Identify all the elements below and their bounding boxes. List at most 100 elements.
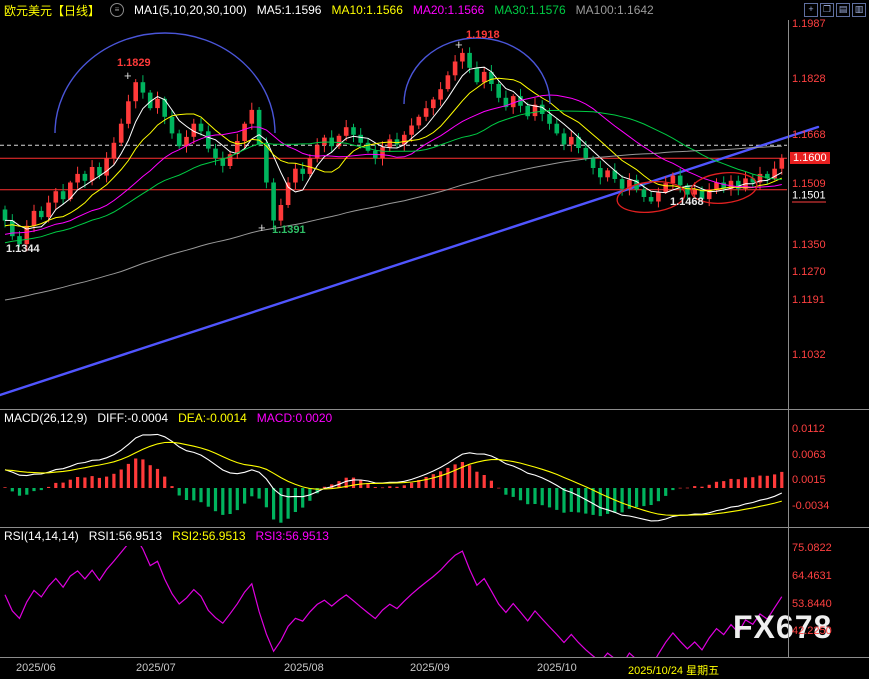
price-axis-label: 1.1509	[792, 178, 826, 190]
candle	[467, 53, 472, 68]
indicator-settings-icon[interactable]: ≡	[110, 3, 124, 17]
candle	[395, 139, 400, 144]
candle	[671, 176, 676, 184]
candle	[83, 174, 88, 181]
rsi-axis-label: 64.4631	[792, 570, 832, 582]
candle	[663, 183, 668, 192]
grid-layout-icon[interactable]: ▤	[836, 3, 850, 17]
date-axis-label: 2025/06	[16, 662, 56, 674]
candle	[453, 62, 458, 76]
price-axis-label: 1.1191	[792, 294, 825, 306]
zoom-in-icon[interactable]: +	[804, 3, 818, 17]
rsi-axis-label: 53.8440	[792, 598, 832, 610]
macd-axis-label: 0.0063	[792, 449, 826, 461]
candle	[177, 133, 182, 146]
price-annotation: 1.1918	[466, 29, 500, 41]
candle	[10, 221, 15, 237]
candle	[431, 100, 436, 109]
candle	[54, 191, 59, 202]
candle	[39, 211, 44, 217]
candle	[3, 210, 8, 221]
candle	[598, 168, 603, 177]
candle	[569, 137, 574, 145]
candle	[460, 53, 465, 62]
price-annotation: 1.1468	[670, 196, 704, 208]
rsi2-value: RSI2:56.9513	[172, 529, 245, 543]
fx-chart-app: 欧元美元【日线】 ≡ MA1(5,10,20,30,100) MA5:1.159…	[0, 0, 869, 679]
price-axis-label: 1.1668	[792, 129, 826, 141]
anchor-cross-icon: +	[124, 71, 132, 81]
candle	[584, 148, 589, 158]
candle	[170, 117, 175, 134]
chart-header: 欧元美元【日线】 ≡ MA1(5,10,20,30,100) MA5:1.159…	[0, 0, 869, 20]
candle	[540, 105, 545, 114]
candle	[482, 72, 487, 82]
rsi1-value: RSI1:56.9513	[89, 529, 162, 543]
candle	[61, 191, 66, 199]
candle	[293, 169, 298, 183]
price-annotation: 1.1391	[272, 224, 306, 236]
candle	[780, 158, 785, 168]
date-axis-label: 2025/10	[537, 662, 577, 674]
price-axis-label: 1.1350	[792, 239, 826, 251]
restore-window-icon[interactable]: ❐	[820, 3, 834, 17]
candle	[642, 189, 647, 197]
macd-axis-label: 0.0015	[792, 474, 826, 486]
macd-axis-label: -0.0034	[792, 500, 829, 512]
candle	[155, 99, 160, 108]
candle	[300, 169, 305, 174]
rsi-params-label: RSI(14,14,14)	[4, 529, 79, 543]
rsi-axis-label: 42.2250	[792, 625, 832, 637]
panel-divider	[0, 409, 869, 410]
candle	[322, 138, 327, 146]
macd-chart[interactable]	[0, 427, 788, 526]
candle	[206, 131, 211, 148]
date-axis-label: 2025/10/24 星期五	[628, 662, 719, 678]
price-axis-divider	[788, 20, 789, 657]
ma-params-label: MA1(5,10,20,30,100)	[134, 3, 247, 17]
macd-axis-label: 0.0112	[792, 423, 825, 435]
candle	[417, 117, 422, 126]
price-axis-label: 1.1270	[792, 266, 826, 278]
candle	[358, 135, 363, 143]
time-axis-divider	[0, 657, 869, 658]
candle	[649, 197, 654, 202]
candle	[242, 124, 247, 141]
candle	[250, 110, 255, 124]
candle	[264, 145, 269, 183]
candle	[562, 133, 567, 144]
candle	[279, 205, 284, 221]
candle	[511, 96, 516, 107]
panel-divider	[0, 527, 869, 528]
anchor-cross-icon: +	[258, 223, 266, 233]
price-axis-label: 1.1032	[792, 349, 826, 361]
macd-header: MACD(26,12,9) DIFF:-0.0004 DEA:-0.0014 M…	[4, 411, 332, 425]
ma100-value: MA100:1.1642	[576, 3, 654, 17]
last-price-label: 1.1600	[790, 152, 830, 164]
panel-layout-icon[interactable]: ▥	[852, 3, 866, 17]
candle	[496, 84, 501, 98]
macd-params-label: MACD(26,12,9)	[4, 411, 87, 425]
candle	[446, 75, 451, 89]
symbol-period-title[interactable]: 欧元美元【日线】	[4, 2, 100, 19]
candle	[90, 167, 95, 181]
ma10-value: MA10:1.1566	[331, 3, 402, 17]
candle	[271, 183, 276, 221]
macd-hist-value: MACD:0.0020	[257, 411, 332, 425]
candle	[141, 82, 146, 92]
rsi-chart[interactable]	[0, 546, 788, 657]
rsi-axis-label: 75.0822	[792, 542, 832, 554]
price-annotation: 1.1344	[6, 243, 40, 255]
date-axis-label: 2025/07	[136, 662, 176, 674]
rsi3-value: RSI3:56.9513	[256, 529, 329, 543]
candle	[119, 124, 124, 143]
candle	[605, 170, 610, 177]
candle	[547, 114, 552, 124]
macd-dea-value: DEA:-0.0014	[178, 411, 247, 425]
candle	[213, 149, 218, 159]
candle	[199, 124, 204, 132]
candle	[366, 143, 371, 151]
candle	[32, 211, 37, 226]
candle	[424, 108, 429, 117]
candle	[591, 158, 596, 168]
